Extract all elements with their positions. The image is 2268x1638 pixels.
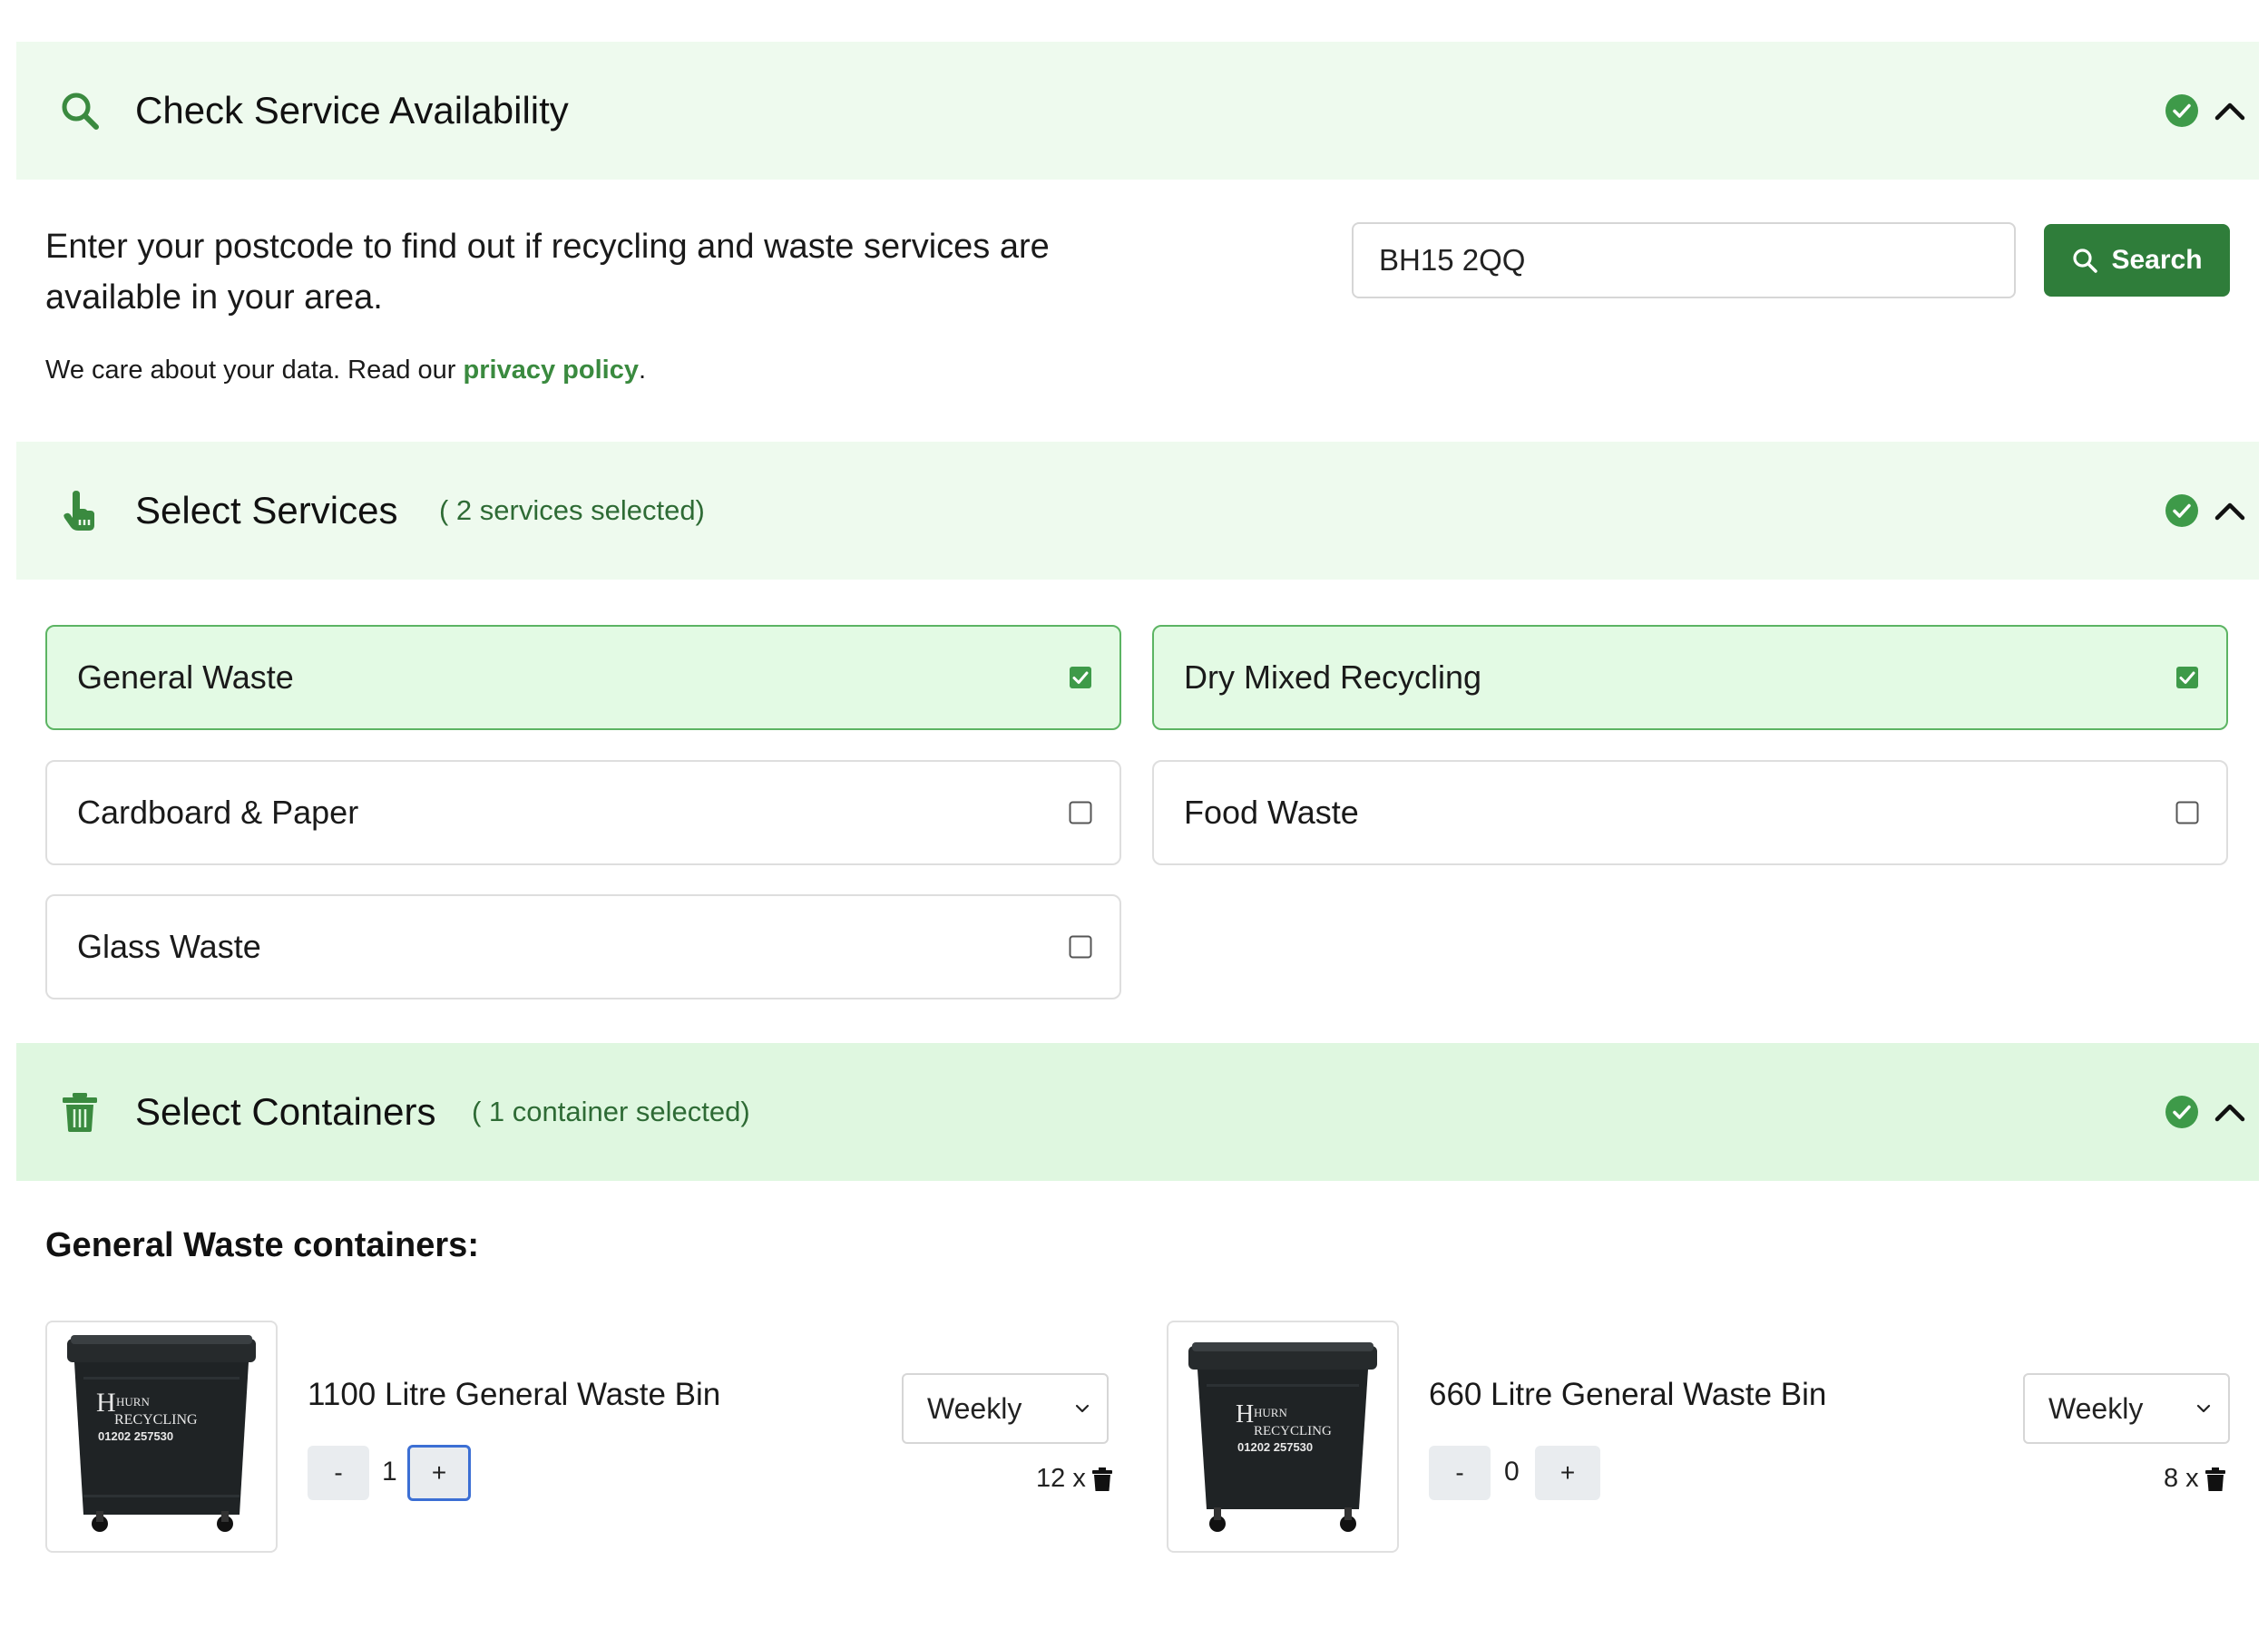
bin-logo-line2: RECYCLING [1254,1424,1332,1438]
service-general-waste[interactable]: General Waste [45,625,1121,730]
chevron-down-icon [1075,1404,1090,1413]
containers-header[interactable]: Select Containers ( 1 container selected… [16,1043,2259,1181]
bin-logo-line1: HURN [116,1395,150,1409]
bin-logo-letter: H [96,1388,116,1418]
quantity-value: 0 [1504,1457,1520,1487]
bin-phone: 01202 257530 [1237,1440,1313,1454]
lift-count: 12 x [1036,1464,1113,1494]
availability-header[interactable]: Check Service Availability [16,42,2259,180]
frequency-value: Weekly [927,1391,1022,1425]
checkbox-unchecked-icon[interactable] [2175,801,2199,824]
chevron-up-icon[interactable] [2212,1094,2248,1130]
frequency-select[interactable]: Weekly [2023,1373,2230,1444]
checkbox-unchecked-icon[interactable] [1069,801,1092,824]
privacy-suffix: . [638,356,647,385]
quantity-decrease-button[interactable]: - [1429,1446,1491,1500]
service-cardboard-paper[interactable]: Cardboard & Paper [45,760,1121,865]
privacy-prefix: We care about your data. Read our [45,356,464,385]
trash-icon [2204,1467,2225,1491]
service-glass-waste[interactable]: Glass Waste [45,894,1121,999]
bin-phone: 01202 257530 [98,1429,173,1443]
check-circle-icon [2165,94,2198,127]
frequency-value: Weekly [2048,1391,2144,1425]
hand-pointer-icon [64,491,94,531]
service-label: General Waste [77,658,294,696]
bin-image-660: H HURN RECYCLING 01202 257530 [1167,1321,1399,1553]
frequency-select[interactable]: Weekly [902,1373,1109,1444]
checkbox-checked-icon[interactable] [2175,666,2199,689]
bin-logo-letter: H [1236,1400,1254,1428]
service-label: Dry Mixed Recycling [1184,658,1482,696]
service-dry-mixed-recycling[interactable]: Dry Mixed Recycling [1152,625,2228,730]
search-button[interactable]: Search [2044,224,2230,297]
lift-count-value: 12 x [1036,1464,1086,1493]
bin-name-1100: 1100 Litre General Waste Bin [308,1377,721,1412]
bin-logo-line2: RECYCLING [114,1412,198,1428]
service-label: Glass Waste [77,928,261,965]
services-title: Select Services [135,489,398,531]
wheelie-bin-image: H HURN RECYCLING 01202 257530 [67,1335,256,1532]
service-label: Cardboard & Paper [77,794,359,831]
trash-icon [1091,1467,1112,1491]
search-button-label: Search [2111,245,2203,275]
lift-count-value: 8 x [2164,1464,2199,1493]
quantity-value: 1 [382,1457,397,1487]
chevron-down-icon [2196,1404,2211,1413]
privacy-policy-link[interactable]: privacy policy [464,356,639,385]
check-circle-icon [2165,494,2198,527]
search-icon [62,93,99,130]
chevron-up-icon[interactable] [2212,93,2248,129]
services-header[interactable]: Select Services ( 2 services selected) [16,442,2259,580]
quantity-decrease-button[interactable]: - [308,1446,369,1500]
containers-count: ( 1 container selected) [472,1096,750,1127]
bin-logo-line1: HURN [1254,1406,1287,1419]
service-label: Food Waste [1184,794,1359,831]
postcode-input[interactable] [1352,222,2016,298]
checkbox-checked-icon[interactable] [1069,666,1092,689]
trash-icon [63,1093,97,1132]
chevron-up-icon[interactable] [2212,492,2248,529]
availability-title: Check Service Availability [135,89,569,132]
service-food-waste[interactable]: Food Waste [1152,760,2228,865]
quantity-increase-button[interactable]: + [1535,1446,1600,1500]
search-icon [2073,249,2098,273]
checkbox-unchecked-icon[interactable] [1069,935,1092,959]
lift-count: 8 x [2164,1464,2226,1494]
quantity-increase-button[interactable]: + [407,1445,471,1501]
wheelie-bin-image: H HURN RECYCLING 01202 257530 [1188,1342,1377,1532]
containers-title: Select Containers [135,1090,436,1133]
availability-intro: Enter your postcode to find out if recyc… [45,228,1050,317]
general-waste-containers-heading: General Waste containers: [45,1226,479,1264]
bin-image-1100: H HURN RECYCLING 01202 257530 [45,1321,278,1553]
bin-name-660: 660 Litre General Waste Bin [1429,1377,1827,1412]
services-count: ( 2 services selected) [439,494,705,526]
check-circle-icon [2165,1096,2198,1128]
privacy-notice: We care about your data. Read our privac… [45,356,646,385]
